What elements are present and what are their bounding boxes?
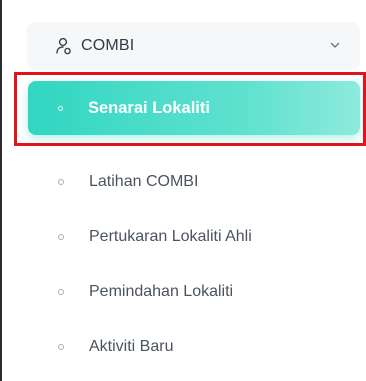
- bullet-icon: [58, 289, 64, 295]
- bullet-icon: [58, 179, 64, 185]
- menu-item-pemindahan-lokaliti[interactable]: Pemindahan Lokaliti: [28, 272, 360, 312]
- menu-item-aktiviti-baru[interactable]: Aktiviti Baru: [28, 327, 360, 367]
- bullet-icon: [58, 105, 63, 111]
- menu-item-senarai-lokaliti[interactable]: Senarai Lokaliti: [28, 81, 360, 135]
- bullet-icon: [58, 234, 64, 240]
- sidebar-menu: COMBI Senarai Lokaliti Latihan COMBI Per…: [0, 0, 366, 381]
- menu-item-label: Aktiviti Baru: [89, 338, 174, 355]
- menu-group-label: COMBI: [81, 37, 135, 54]
- menu-item-label: Pertukaran Lokaliti Ahli: [89, 228, 252, 245]
- menu-group-combi[interactable]: COMBI: [27, 22, 360, 70]
- chevron-down-icon[interactable]: [327, 37, 343, 53]
- menu-item-latihan-combi[interactable]: Latihan COMBI: [28, 162, 360, 202]
- menu-item-pertukaran-lokaliti-ahli[interactable]: Pertukaran Lokaliti Ahli: [28, 217, 360, 257]
- users-icon: [53, 35, 75, 57]
- menu-item-label: Latihan COMBI: [89, 173, 199, 190]
- menu-item-label: Senarai Lokaliti: [88, 98, 210, 117]
- menu-item-label: Pemindahan Lokaliti: [89, 283, 234, 300]
- bullet-icon: [58, 344, 64, 350]
